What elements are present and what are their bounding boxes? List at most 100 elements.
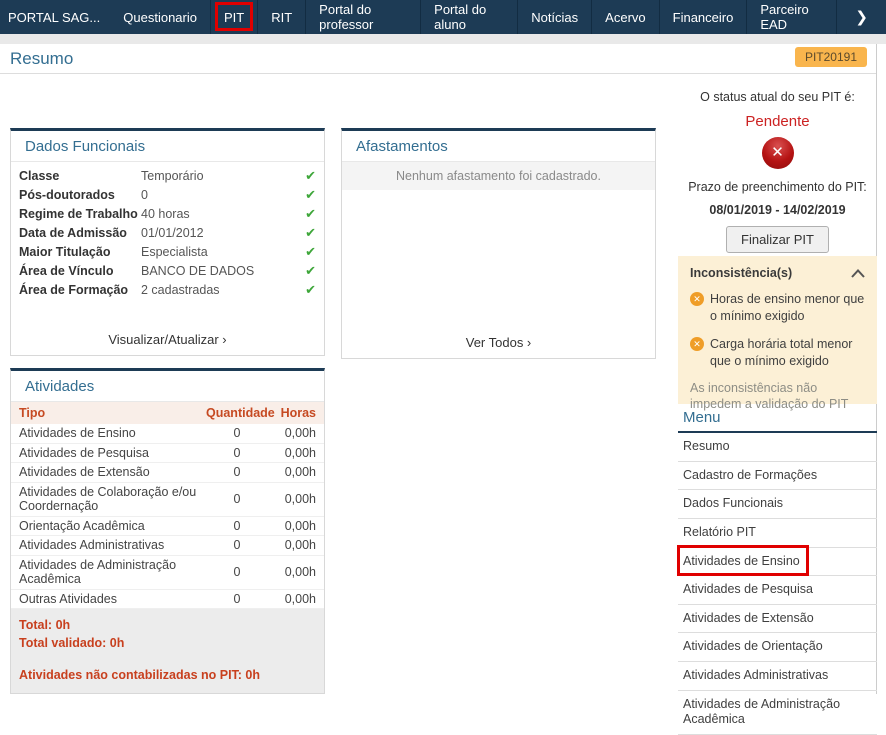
total-line: Total: 0h bbox=[19, 616, 316, 634]
nav-item[interactable]: PIT bbox=[211, 0, 258, 34]
atividades-table-row: Atividades Administrativas 0 0,00h bbox=[11, 536, 324, 556]
cell-tipo: Atividades de Extensão bbox=[19, 465, 206, 480]
check-icon: ✔ bbox=[300, 187, 316, 203]
page-title: Resumo bbox=[10, 49, 73, 69]
top-navigation: PORTAL SAG... Questionario PIT RIT Porta… bbox=[0, 0, 886, 34]
row-label: Pós-doutorados bbox=[19, 188, 141, 202]
row-value: Especialista bbox=[141, 245, 300, 259]
cell-horas: 0,00h bbox=[268, 565, 316, 580]
cell-horas: 0,00h bbox=[268, 538, 316, 553]
afastamentos-title: Afastamentos bbox=[342, 131, 655, 162]
inconsistencias-title: Inconsistência(s) bbox=[690, 266, 792, 280]
atividades-table-row: Atividades de Pesquisa 0 0,00h bbox=[11, 444, 324, 464]
atividades-table-row: Atividades de Administração Acadêmica 0 … bbox=[11, 556, 324, 590]
cell-quantidade: 0 bbox=[206, 565, 268, 580]
row-label: Área de Vínculo bbox=[19, 264, 141, 278]
row-label: Regime de Trabalho bbox=[19, 207, 141, 221]
check-icon: ✔ bbox=[300, 244, 316, 260]
cell-quantidade: 0 bbox=[206, 538, 268, 553]
row-value: 40 horas bbox=[141, 207, 300, 221]
inconsistencia-text: Horas de ensino menor que o mínimo exigi… bbox=[710, 291, 865, 325]
check-icon: ✔ bbox=[300, 263, 316, 279]
row-value: 01/01/2012 bbox=[141, 226, 300, 240]
menu-item[interactable]: Atividades de Orientação bbox=[678, 633, 877, 662]
cell-tipo: Atividades de Pesquisa bbox=[19, 446, 206, 461]
column-quantidade: Quantidade bbox=[206, 406, 268, 420]
prazo-label: Prazo de preenchimento do PIT: bbox=[678, 180, 877, 194]
menu-title: Menu bbox=[678, 406, 877, 433]
column-horas: Horas bbox=[268, 406, 316, 420]
row-value: BANCO DE DADOS bbox=[141, 264, 300, 278]
menu-item[interactable]: Resumo bbox=[678, 433, 877, 462]
dados-funcionais-row: Área de Vínculo BANCO DE DADOS ✔ bbox=[19, 261, 316, 280]
atividades-table-row: Orientação Acadêmica 0 0,00h bbox=[11, 517, 324, 537]
nav-item[interactable]: Questionario bbox=[110, 0, 211, 34]
cell-quantidade: 0 bbox=[206, 492, 268, 507]
afastamentos-panel: Afastamentos Nenhum afastamento foi cada… bbox=[341, 128, 656, 359]
cell-horas: 0,00h bbox=[268, 446, 316, 461]
prazo-dates: 08/01/2019 - 14/02/2019 bbox=[678, 203, 877, 217]
nav-item[interactable]: RIT bbox=[258, 0, 306, 34]
atividades-table-body: Atividades de Ensino 0 0,00h Atividades … bbox=[11, 424, 324, 609]
nav-item[interactable]: Financeiro bbox=[660, 0, 748, 34]
inconsistencias-panel: Inconsistência(s) ✕ Horas de ensino meno… bbox=[678, 256, 877, 404]
menu-item[interactable]: Relatório PIT bbox=[678, 519, 877, 548]
row-label: Classe bbox=[19, 169, 141, 183]
nav-item[interactable]: Portal do professor bbox=[306, 0, 421, 34]
dados-funcionais-row: Maior Titulação Especialista ✔ bbox=[19, 242, 316, 261]
check-icon: ✔ bbox=[300, 206, 316, 222]
dados-funcionais-row: Classe Temporário ✔ bbox=[19, 166, 316, 185]
afastamentos-empty-message: Nenhum afastamento foi cadastrado. bbox=[342, 162, 655, 190]
menu-item[interactable]: Atividades de Ensino bbox=[678, 548, 877, 577]
nav-brand[interactable]: PORTAL SAG... bbox=[0, 0, 110, 34]
page-background-strip bbox=[0, 34, 886, 44]
menu-item[interactable]: Atividades de Extensão bbox=[678, 605, 877, 634]
row-label: Maior Titulação bbox=[19, 245, 141, 259]
dados-funcionais-row: Regime de Trabalho 40 horas ✔ bbox=[19, 204, 316, 223]
nav-item[interactable]: Parceiro EAD bbox=[747, 0, 837, 34]
finalizar-pit-button[interactable]: Finalizar PIT bbox=[726, 226, 829, 253]
sidebar-menu: Menu Resumo Cadastro de Formações Dados … bbox=[678, 406, 877, 735]
status-value: Pendente bbox=[678, 113, 877, 130]
visualizar-atualizar-link[interactable]: Visualizar/Atualizar › bbox=[11, 332, 324, 347]
menu-item[interactable]: Atividades de Administração Acadêmica bbox=[678, 691, 877, 735]
row-label: Área de Formação bbox=[19, 283, 141, 297]
atividades-table-row: Outras Atividades 0 0,00h bbox=[11, 590, 324, 610]
nav-item[interactable]: Acervo bbox=[592, 0, 659, 34]
menu-items: Resumo Cadastro de Formações Dados Funci… bbox=[678, 433, 877, 735]
check-icon: ✔ bbox=[300, 225, 316, 241]
dados-funcionais-rows: Classe Temporário ✔ Pós-doutorados 0 ✔ R… bbox=[11, 162, 324, 299]
cell-horas: 0,00h bbox=[268, 492, 316, 507]
atividades-table-row: Atividades de Extensão 0 0,00h bbox=[11, 463, 324, 483]
menu-item[interactable]: Cadastro de Formações bbox=[678, 462, 877, 491]
cell-quantidade: 0 bbox=[206, 446, 268, 461]
dados-funcionais-panel: Dados Funcionais Classe Temporário ✔ Pós… bbox=[10, 128, 325, 356]
collapse-chevron-up-icon[interactable] bbox=[851, 269, 865, 278]
atividades-panel: Atividades Tipo Quantidade Horas Ativida… bbox=[10, 368, 325, 694]
menu-item[interactable]: Dados Funcionais bbox=[678, 490, 877, 519]
inconsistencias-header: Inconsistência(s) bbox=[690, 266, 865, 280]
menu-item[interactable]: Atividades de Pesquisa bbox=[678, 576, 877, 605]
cell-quantidade: 0 bbox=[206, 426, 268, 441]
atividades-totals: Total: 0h Total validado: 0h Atividades … bbox=[11, 609, 324, 693]
cell-quantidade: 0 bbox=[206, 465, 268, 480]
cell-tipo: Atividades de Administração Acadêmica bbox=[19, 558, 206, 587]
dados-funcionais-row: Data de Admissão 01/01/2012 ✔ bbox=[19, 223, 316, 242]
nav-more-chevron-right-icon[interactable]: ❯ bbox=[837, 0, 886, 34]
cell-horas: 0,00h bbox=[268, 592, 316, 607]
check-icon: ✔ bbox=[300, 282, 316, 298]
cell-horas: 0,00h bbox=[268, 465, 316, 480]
cell-tipo: Atividades de Ensino bbox=[19, 426, 206, 441]
check-icon: ✔ bbox=[300, 168, 316, 184]
dados-funcionais-row: Pós-doutorados 0 ✔ bbox=[19, 185, 316, 204]
inconsistencia-item: ✕ Horas de ensino menor que o mínimo exi… bbox=[690, 291, 865, 325]
inconsistencias-items: ✕ Horas de ensino menor que o mínimo exi… bbox=[690, 291, 865, 370]
menu-item[interactable]: Atividades Administrativas bbox=[678, 662, 877, 691]
content-area: Resumo PIT20191 Dados Funcionais Classe … bbox=[0, 44, 877, 694]
dados-funcionais-row: Área de Formação 2 cadastradas ✔ bbox=[19, 280, 316, 299]
nav-item[interactable]: Portal do aluno bbox=[421, 0, 518, 34]
row-value: 0 bbox=[141, 188, 300, 202]
warning-x-icon: ✕ bbox=[690, 337, 704, 351]
ver-todos-link[interactable]: Ver Todos › bbox=[342, 335, 655, 350]
nav-item[interactable]: Notícias bbox=[518, 0, 592, 34]
